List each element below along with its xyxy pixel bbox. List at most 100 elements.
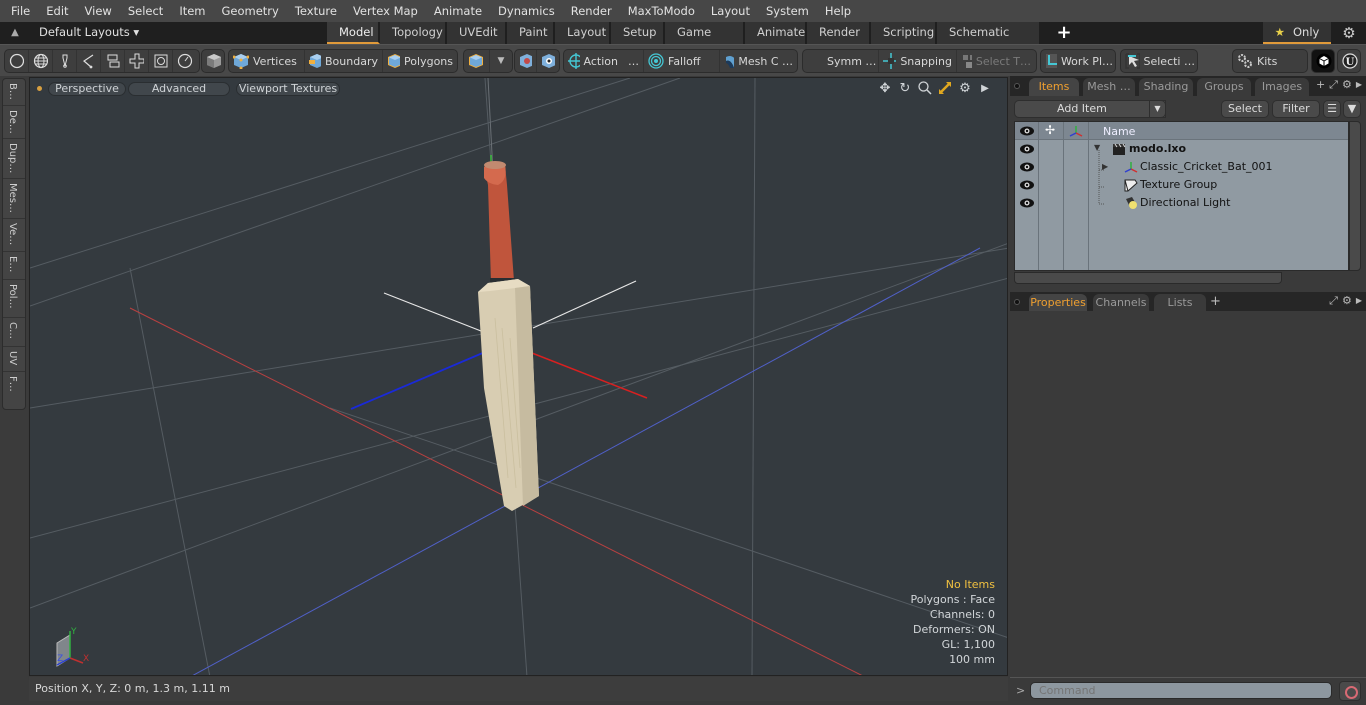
- menu-view[interactable]: View: [77, 0, 120, 22]
- tab-shading[interactable]: Shading: [1139, 78, 1193, 96]
- pen-tool-icon[interactable]: [53, 50, 77, 72]
- left-tab-duplicate[interactable]: Dup…: [3, 139, 25, 179]
- menu-render[interactable]: Render: [563, 0, 620, 22]
- expand-arrow-icon[interactable]: ▶: [977, 81, 993, 97]
- tab-paint[interactable]: Paint: [507, 22, 555, 44]
- mesh-constraint-button[interactable]: Mesh C …: [720, 50, 797, 72]
- select-through-button[interactable]: Select T…: [957, 50, 1035, 72]
- kits-button[interactable]: Kits: [1233, 50, 1307, 72]
- chevron-down-icon[interactable]: ▼: [490, 50, 512, 72]
- select-button[interactable]: Select: [1221, 100, 1269, 118]
- left-tab-edge[interactable]: E…: [3, 252, 25, 280]
- zoom-icon[interactable]: [917, 81, 933, 97]
- add-item-button[interactable]: Add Item: [1014, 100, 1166, 118]
- eye-icon[interactable]: [1019, 160, 1035, 174]
- vertices-button[interactable]: Vertices: [229, 50, 305, 72]
- left-tab-vertex[interactable]: Ve…: [3, 219, 25, 252]
- lasso-icon[interactable]: [77, 50, 101, 72]
- eye-icon[interactable]: [1019, 196, 1035, 210]
- add-tab-button[interactable]: +: [1210, 294, 1221, 309]
- left-tab-curve[interactable]: C…: [3, 318, 25, 347]
- tree-vertical-scrollbar[interactable]: [1349, 121, 1361, 271]
- gear-icon[interactable]: ⚙: [1342, 294, 1352, 308]
- left-tab-uv[interactable]: UV: [3, 347, 25, 372]
- maximize-icon[interactable]: [937, 81, 953, 97]
- modo-cube-icon[interactable]: [1312, 50, 1334, 72]
- snapping-button[interactable]: Snapping: [879, 50, 957, 72]
- filter-funnel-icon[interactable]: ▼: [1343, 100, 1361, 118]
- collapse-layout-icon[interactable]: ▲: [8, 25, 22, 41]
- tree-row-mesh[interactable]: ▶ Classic_Cricket_Bat_001: [1015, 158, 1348, 176]
- tab-setup[interactable]: Setup: [611, 22, 665, 44]
- default-layouts-dropdown[interactable]: Default Layouts ▾: [39, 22, 139, 44]
- viewport-textures-button[interactable]: Viewport Textures: [236, 82, 340, 96]
- only-button[interactable]: ★ Only: [1263, 22, 1331, 44]
- menu-texture[interactable]: Texture: [287, 0, 345, 22]
- selection-sets-button[interactable]: Selecti …: [1121, 50, 1197, 72]
- tab-groups[interactable]: Groups: [1197, 78, 1251, 96]
- tab-mesh[interactable]: Mesh …: [1083, 78, 1135, 96]
- tab-animate[interactable]: Animate: [745, 22, 807, 44]
- action-center-cube-icon[interactable]: [515, 50, 537, 72]
- panel-options-dot[interactable]: [1014, 299, 1020, 305]
- menu-dynamics[interactable]: Dynamics: [490, 0, 563, 22]
- frame-icon[interactable]: [149, 50, 173, 72]
- tab-images[interactable]: Images: [1255, 78, 1309, 96]
- dial-icon[interactable]: [173, 50, 197, 72]
- tab-schematic-fusion[interactable]: Schematic Fusion: [937, 22, 1041, 59]
- globe-icon[interactable]: [29, 50, 53, 72]
- add-tab-button[interactable]: +: [1056, 22, 1072, 44]
- expand-panel-icon[interactable]: ⤢: [1329, 294, 1338, 308]
- work-plane-button[interactable]: Work Pl…: [1041, 50, 1115, 72]
- eye-icon[interactable]: [1019, 142, 1035, 156]
- shading-mode-button[interactable]: Advanced: [128, 82, 230, 96]
- menu-edit[interactable]: Edit: [38, 0, 76, 22]
- tab-items[interactable]: Items: [1029, 78, 1079, 96]
- tab-lists[interactable]: Lists: [1154, 294, 1206, 312]
- tab-model[interactable]: Model: [327, 22, 380, 44]
- eye-icon[interactable]: [1019, 178, 1035, 192]
- view-mode-button[interactable]: Perspective: [48, 82, 126, 96]
- item-mode-cube-icon[interactable]: [202, 50, 224, 72]
- menu-select[interactable]: Select: [120, 0, 171, 22]
- tab-render[interactable]: Render: [807, 22, 871, 44]
- action-center-button[interactable]: Action…: [564, 50, 644, 72]
- tab-scripting[interactable]: Scripting: [871, 22, 937, 44]
- menu-help[interactable]: Help: [817, 0, 859, 22]
- menu-geometry[interactable]: Geometry: [214, 0, 287, 22]
- polygons-button[interactable]: Polygons: [383, 50, 457, 72]
- tab-properties[interactable]: Properties: [1029, 294, 1087, 312]
- gear-icon[interactable]: ⚙: [1340, 24, 1358, 42]
- name-column-header[interactable]: Name: [1103, 125, 1135, 138]
- menu-vertex-map[interactable]: Vertex Map: [345, 0, 426, 22]
- viewport-options-dot[interactable]: [37, 86, 42, 91]
- panel-options-dot[interactable]: [1014, 83, 1020, 89]
- rotate-icon[interactable]: ↻: [897, 81, 913, 97]
- list-options-icon[interactable]: ☰: [1323, 100, 1341, 118]
- expand-arrow-icon[interactable]: ▶: [1356, 294, 1362, 308]
- menu-system[interactable]: System: [758, 0, 817, 22]
- 3d-viewport[interactable]: Y X Z Perspective Advanced Viewport Text…: [29, 77, 1008, 676]
- gear-icon[interactable]: ⚙: [957, 81, 973, 97]
- expand-arrow-icon[interactable]: ▶: [1356, 78, 1362, 92]
- cross-grid-icon[interactable]: [125, 50, 149, 72]
- tree-row-texture-group[interactable]: Texture Group: [1015, 176, 1348, 194]
- tab-channels[interactable]: Channels: [1093, 294, 1149, 312]
- boundary-button[interactable]: Boundary: [305, 50, 383, 72]
- pivot-cube-icon[interactable]: [537, 50, 559, 72]
- menu-animate[interactable]: Animate: [426, 0, 490, 22]
- tab-layout[interactable]: Layout: [555, 22, 611, 44]
- tab-uvedit[interactable]: UVEdit: [447, 22, 507, 44]
- unreal-engine-icon[interactable]: U: [1338, 50, 1360, 72]
- menu-item[interactable]: Item: [171, 0, 213, 22]
- add-item-dropdown[interactable]: ▼: [1149, 100, 1166, 118]
- expand-panel-icon[interactable]: ⤢: [1329, 78, 1338, 92]
- tree-horizontal-scrollbar[interactable]: [1014, 272, 1282, 284]
- symmetry-button[interactable]: Symm …: [803, 50, 879, 72]
- tab-game-tools[interactable]: Game Tools: [665, 22, 745, 59]
- left-tab-mesh-edit[interactable]: Mes…: [3, 179, 25, 219]
- menu-file[interactable]: File: [0, 0, 38, 22]
- gear-icon[interactable]: ⚙: [1342, 78, 1352, 92]
- menu-layout[interactable]: Layout: [703, 0, 758, 22]
- tab-topology[interactable]: Topology: [380, 22, 447, 44]
